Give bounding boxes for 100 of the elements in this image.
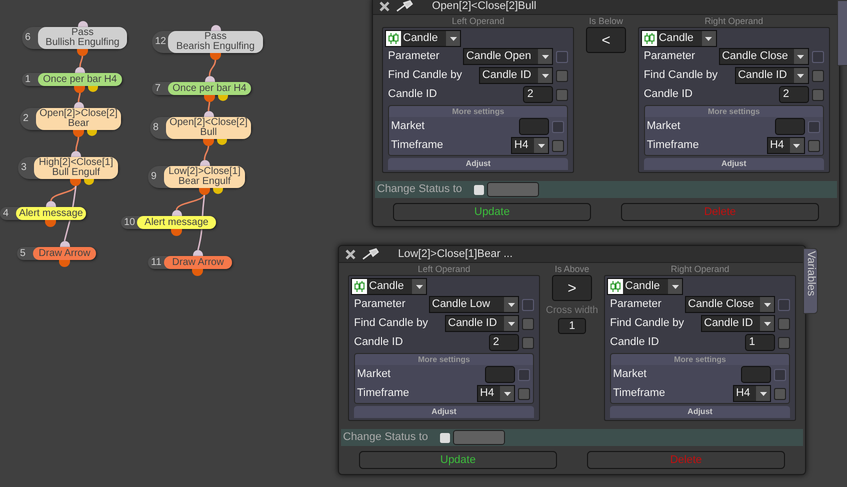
node-number: 1	[24, 74, 32, 84]
caret-icon	[500, 386, 514, 401]
dropdown[interactable]: H4	[766, 137, 805, 154]
dropdown[interactable]: H4	[733, 385, 771, 402]
status-field[interactable]	[453, 430, 506, 445]
node-label[interactable]: Once per bar H4	[38, 73, 122, 86]
checkbox[interactable]	[518, 388, 530, 400]
input-field[interactable]: 1	[558, 318, 586, 334]
node-label[interactable]: Draw Arrow	[33, 247, 96, 260]
connector-line	[78, 92, 81, 102]
operand-heading: Right Operand	[670, 264, 730, 275]
input-field[interactable]	[774, 118, 805, 135]
type-dropdown[interactable]: Candle	[351, 278, 427, 295]
caret-icon	[794, 68, 808, 83]
connector-line	[208, 58, 216, 76]
operand-heading: Left Operand	[450, 16, 506, 27]
input-field[interactable]	[485, 366, 515, 383]
field-label: Market	[646, 119, 682, 134]
field-label: Candle ID	[644, 87, 694, 102]
status-field[interactable]	[487, 182, 540, 197]
close-icon[interactable]	[379, 0, 390, 12]
node-number: 5	[19, 248, 27, 258]
pin-icon[interactable]	[396, 0, 414, 12]
checkbox[interactable]	[440, 432, 450, 442]
adjust-bar[interactable]: Adjust	[354, 406, 534, 418]
input-field[interactable]: 2	[489, 334, 519, 351]
checkbox[interactable]	[812, 88, 824, 100]
type-dropdown[interactable]: Candle	[607, 278, 683, 295]
node-number: 6	[24, 33, 32, 43]
operator-button[interactable]: >	[552, 275, 592, 301]
node-label[interactable]: Pass Bearish Engulfing	[168, 31, 263, 53]
checkbox[interactable]	[778, 336, 790, 348]
caret-icon	[534, 138, 548, 153]
checkbox[interactable]	[778, 318, 790, 330]
dropdown[interactable]: H4	[477, 385, 515, 402]
dropdown[interactable]: H4	[511, 137, 550, 154]
caret-icon	[702, 31, 716, 46]
checkbox[interactable]	[474, 184, 484, 194]
side-tab[interactable]: Variables	[803, 248, 818, 314]
update-button[interactable]: Update	[359, 451, 557, 469]
node-number: 8	[152, 123, 160, 133]
candlestick-icon	[642, 31, 657, 46]
input-field[interactable]	[519, 118, 550, 135]
connector-line	[204, 144, 210, 160]
dropdown[interactable]: Candle ID	[479, 67, 554, 84]
field-label: Find Candle by	[388, 68, 463, 84]
field-label: Parameter	[354, 297, 406, 312]
field-label: Timeframe	[357, 386, 410, 402]
operator-button[interactable]: <	[586, 27, 626, 53]
node-label[interactable]: Pass Bullish Engulfing	[38, 27, 127, 49]
caret-icon	[760, 316, 774, 331]
type-dropdown[interactable]: Candle	[640, 30, 717, 47]
adjust-bar[interactable]: Adjust	[644, 158, 824, 170]
caret-icon	[538, 49, 552, 64]
connector-line	[79, 54, 84, 68]
caret-icon	[794, 49, 808, 64]
checkbox[interactable]	[552, 140, 564, 152]
node-label[interactable]: High[2]<Close[1] Bull Engulf	[34, 157, 118, 179]
pin-icon[interactable]	[362, 248, 380, 260]
close-icon[interactable]	[345, 248, 356, 260]
field-label: Parameter	[644, 49, 696, 64]
caret-icon	[504, 316, 518, 331]
checkbox[interactable]	[522, 318, 534, 330]
checkbox[interactable]	[812, 70, 824, 82]
checkbox[interactable]	[808, 140, 820, 152]
checkbox[interactable]	[556, 88, 568, 100]
dropdown[interactable]: Candle ID	[701, 315, 775, 332]
checkbox[interactable]	[774, 388, 786, 400]
node-number: 4	[2, 208, 10, 218]
input-field[interactable]: 1	[745, 334, 775, 351]
caret-icon	[756, 386, 770, 401]
node-label[interactable]: Alert message	[16, 207, 86, 220]
adjust-bar[interactable]: Adjust	[610, 406, 790, 418]
update-button[interactable]: Update	[393, 203, 591, 221]
caret-icon	[668, 279, 682, 294]
candlestick-icon	[608, 279, 623, 294]
input-field[interactable]	[741, 366, 771, 383]
caret-icon	[760, 297, 774, 312]
caret-icon	[538, 68, 552, 83]
node-label[interactable]: Alert message	[137, 216, 216, 229]
node-label[interactable]: Draw Arrow	[164, 256, 232, 269]
dropdown[interactable]: Candle ID	[445, 315, 519, 332]
node-label[interactable]: Open[2]>Close[2] Bear	[36, 108, 121, 130]
checkbox[interactable]	[556, 70, 568, 82]
connector-line	[75, 136, 80, 152]
operator-caption: Is Below	[588, 16, 623, 27]
dropdown[interactable]: Candle ID	[734, 67, 809, 84]
checkbox[interactable]	[522, 336, 534, 348]
field-label: Find Candle by	[354, 316, 429, 332]
input-field[interactable]: 2	[523, 86, 554, 103]
window-title: Low[2]>Close[1]Bear ...	[398, 246, 513, 262]
adjust-bar[interactable]: Adjust	[388, 158, 568, 170]
node-label[interactable]: Once per bar H4	[168, 82, 251, 95]
node-label[interactable]: Open[2]<Close[2] Bull	[166, 117, 251, 139]
field-label: Timeframe	[613, 386, 666, 402]
input-field[interactable]: 2	[778, 86, 809, 103]
node-number: 2	[22, 114, 30, 124]
node-number: 7	[154, 84, 162, 94]
node-label[interactable]: Low[2]>Close[1] Bear Engulf	[164, 166, 245, 188]
type-dropdown[interactable]: Candle	[385, 30, 461, 47]
